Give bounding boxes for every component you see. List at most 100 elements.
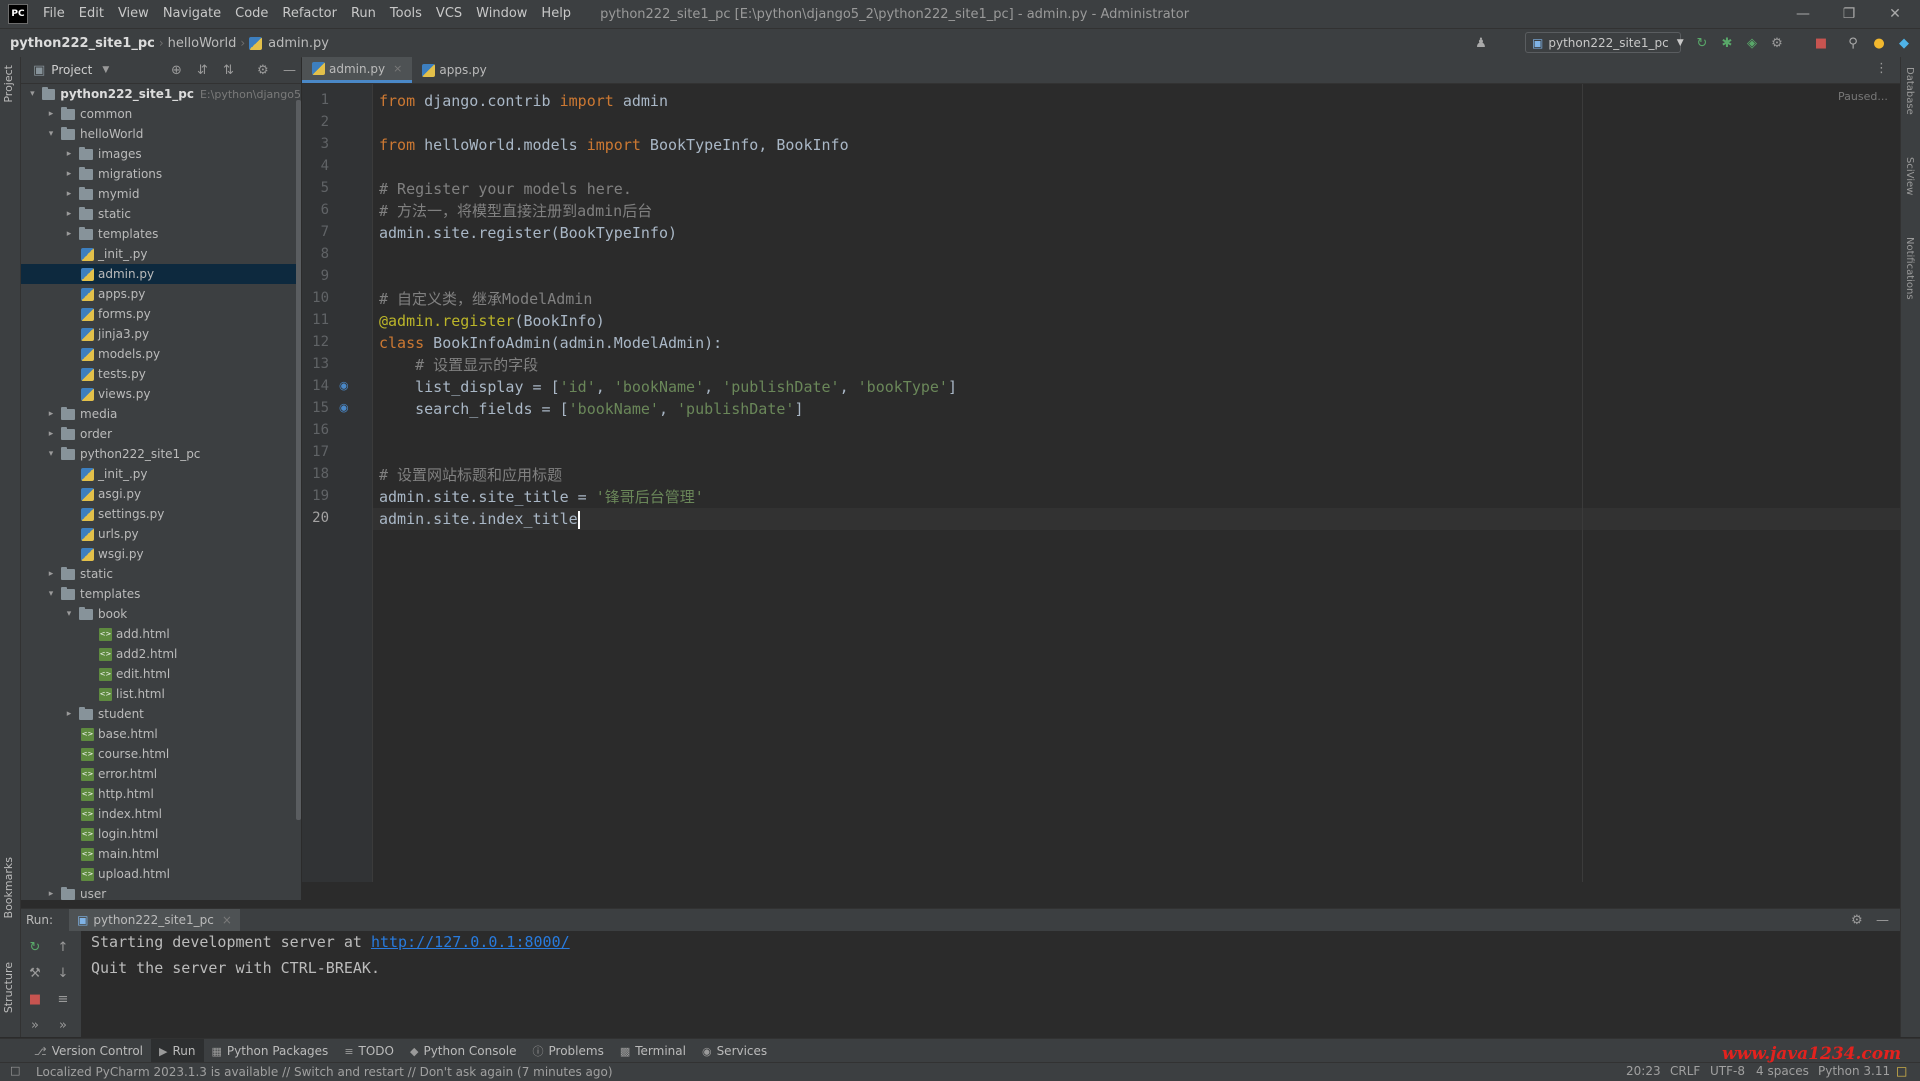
locate-file-icon[interactable]: ⊕ [171,63,182,78]
tree-item[interactable]: ▸ templates [21,224,301,244]
file-encoding[interactable]: UTF-8 [1710,1064,1745,1078]
tree-item[interactable]: <> add2.html [21,644,301,664]
breadcrumb-project[interactable]: python222_site1_pc [0,36,159,51]
line-number[interactable]: 3 [302,136,329,152]
tree-item[interactable]: ▸ student [21,704,301,724]
run-tab[interactable]: ▣ python222_site1_pc × [69,909,240,931]
menu-window[interactable]: Window [469,0,534,28]
tool-run[interactable]: ▶ Run [151,1039,204,1063]
tree-item[interactable]: wsgi.py [21,544,301,564]
override-marker-icon[interactable]: ◉ [339,379,349,392]
tab-admin-py[interactable]: admin.py × [302,57,413,83]
line-number[interactable]: 19 [302,488,329,504]
tree-item[interactable]: views.py [21,384,301,404]
menu-view[interactable]: View [111,0,156,28]
tool-problems[interactable]: ⓘ Problems [525,1039,612,1063]
restore-icon[interactable]: ❐ [1826,0,1872,28]
user-icon[interactable]: ♟ [1473,35,1489,51]
wrench-icon[interactable]: ⚒ [27,965,43,981]
tree-item[interactable]: ▸ static [21,564,301,584]
database-tool-button[interactable]: Database [1904,67,1915,115]
tree-item[interactable]: tests.py [21,364,301,384]
hide-panel-icon[interactable]: — [1876,913,1889,928]
line-number[interactable]: 16 [302,422,329,438]
project-tool-button[interactable]: Project [2,65,15,103]
expand-all-icon[interactable]: ⇵ [197,63,208,78]
tree-item[interactable]: ▸ order [21,424,301,444]
tree-item[interactable]: <> login.html [21,824,301,844]
line-number[interactable]: 1 [302,92,329,108]
line-number[interactable]: 14 [302,378,329,394]
breadcrumb-file[interactable]: admin.py [264,36,333,51]
tree-item[interactable]: forms.py [21,304,301,324]
menu-code[interactable]: Code [228,0,275,28]
jetbrains-icon[interactable]: ◆ [1896,35,1912,51]
breadcrumb-folder[interactable]: helloWorld [164,36,241,51]
notifications-tool-button[interactable]: Notifications [1904,237,1915,300]
stop-icon[interactable]: ■ [27,991,43,1007]
chevron-down-icon[interactable]: ▾ [45,129,57,139]
indent-setting[interactable]: 4 spaces [1756,1064,1809,1078]
pycharm-logo[interactable]: PC [8,4,28,24]
menu-navigate[interactable]: Navigate [156,0,228,28]
close-tab-icon[interactable]: × [222,913,232,927]
line-number[interactable]: 4 [302,158,329,174]
tree-item[interactable]: settings.py [21,504,301,524]
code-editor[interactable]: from django.contrib import admin from hel… [373,84,1900,882]
chevron-down-icon[interactable]: ▼ [102,65,109,75]
rerun-icon[interactable]: ↻ [1694,35,1710,51]
tree-item[interactable]: ▾ templates [21,584,301,604]
chevron-right-icon[interactable]: ▸ [45,429,57,439]
tree-item[interactable]: ▸ images [21,144,301,164]
tree-item[interactable]: ▸ static [21,204,301,224]
more-icon[interactable]: » [27,1017,43,1033]
chevron-right-icon[interactable]: ▸ [63,709,75,719]
update-icon[interactable]: ● [1871,35,1887,51]
tree-item[interactable]: ▾ book [21,604,301,624]
chevron-right-icon[interactable]: ▸ [45,409,57,419]
menu-help[interactable]: Help [534,0,578,28]
tab-apps-py[interactable]: apps.py [412,57,496,83]
chevron-down-icon[interactable]: ▾ [63,609,75,619]
lock-icon[interactable]: □ [1896,1064,1907,1078]
line-number[interactable]: 10 [302,290,329,306]
line-number[interactable]: 20 [302,510,329,526]
collapse-all-icon[interactable]: ⇅ [223,63,234,78]
rerun-icon[interactable]: ↻ [27,939,43,955]
gear-icon[interactable]: ⚙ [257,63,269,78]
tree-item[interactable]: <> course.html [21,744,301,764]
line-number[interactable]: 12 [302,334,329,350]
tree-item[interactable]: _init_.py [21,464,301,484]
chevron-right-icon[interactable]: ▸ [45,109,57,119]
line-number[interactable]: 6 [302,202,329,218]
tree-item[interactable]: <> error.html [21,764,301,784]
project-tree-scrollbar[interactable] [296,100,301,820]
line-number[interactable]: 7 [302,224,329,240]
tree-item[interactable]: ▸ migrations [21,164,301,184]
tool-todo[interactable]: ≡ TODO [336,1039,402,1063]
tree-item[interactable]: <> base.html [21,724,301,744]
tree-item[interactable]: urls.py [21,524,301,544]
tree-item[interactable]: ▾ helloWorld [21,124,301,144]
run-config-dropdown[interactable]: ▣ python222_site1_pc ▼ [1525,32,1684,53]
chevron-right-icon[interactable]: ▸ [45,569,57,579]
minimize-icon[interactable]: — [1780,0,1826,28]
tree-item[interactable]: ▸ media [21,404,301,424]
chevron-down-icon[interactable]: ▾ [45,589,57,599]
tool-terminal[interactable]: ▩ Terminal [612,1039,694,1063]
more-tabs-icon[interactable]: ⋮ [1875,61,1888,76]
bookmarks-tool-button[interactable]: Bookmarks [2,857,15,918]
arrow-up-icon[interactable]: ↑ [55,939,71,955]
line-number[interactable]: 9 [302,268,329,284]
tree-item[interactable]: <> add.html [21,624,301,644]
tree-item[interactable]: models.py [21,344,301,364]
line-separator[interactable]: CRLF [1670,1064,1700,1078]
search-icon[interactable]: ⚲ [1845,35,1861,51]
line-number[interactable]: 2 [302,114,329,130]
menu-edit[interactable]: Edit [72,0,111,28]
line-number[interactable]: 5 [302,180,329,196]
menu-tools[interactable]: Tools [383,0,429,28]
arrow-down-icon[interactable]: ↓ [55,965,71,981]
run-console[interactable]: Starting development server at http://12… [21,931,1900,1037]
gear-icon[interactable]: ⚙ [1851,913,1863,928]
